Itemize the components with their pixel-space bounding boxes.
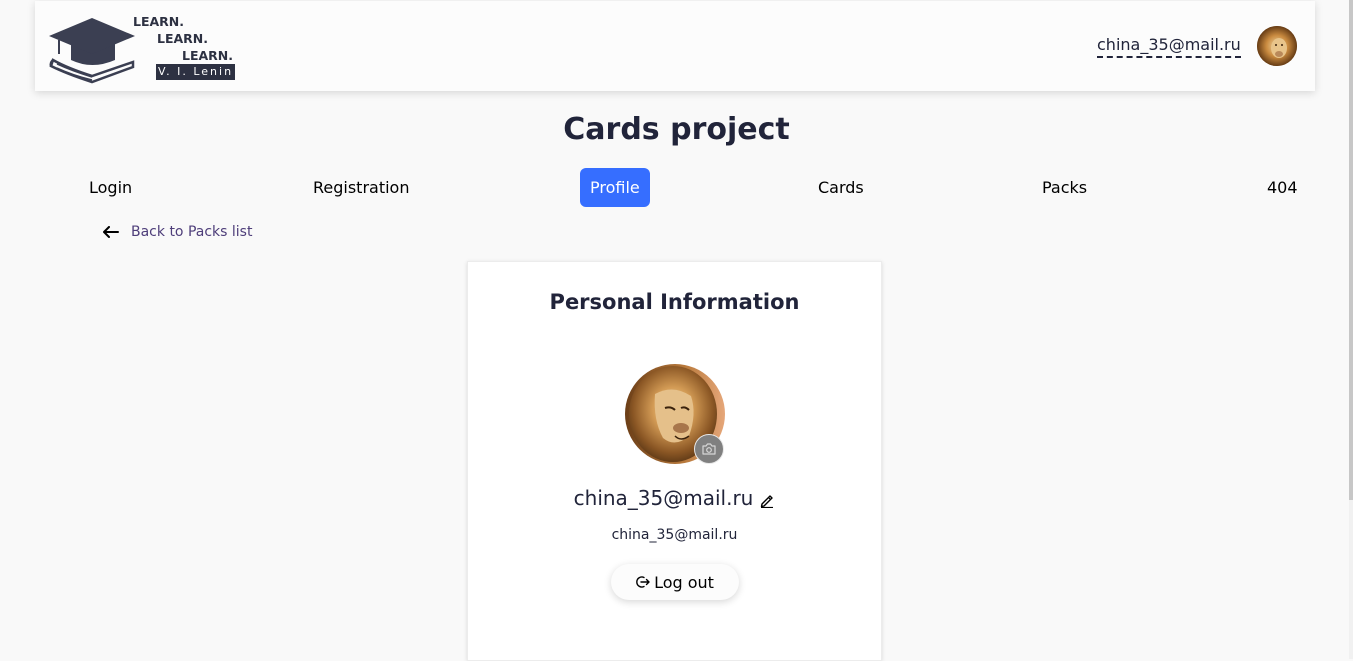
logout-button[interactable]: Log out [611, 564, 739, 600]
back-to-packs-link[interactable]: Back to Packs list [103, 222, 252, 242]
logo-line-3: LEARN. [182, 48, 234, 63]
back-link-label: Back to Packs list [131, 224, 253, 240]
nav-item-login[interactable]: Login [89, 168, 132, 207]
header-avatar[interactable] [1257, 26, 1297, 66]
app-header: LEARN. LEARN. LEARN. V. I. Lenin china_3… [35, 1, 1315, 91]
logo-signature: V. I. Lenin [156, 64, 236, 80]
nav-item-packs[interactable]: Packs [1042, 168, 1087, 207]
nav-item-registration[interactable]: Registration [313, 168, 409, 207]
page-scrollbar[interactable] [1349, 0, 1353, 659]
lion-avatar-icon [1257, 26, 1297, 66]
change-avatar-button[interactable] [694, 434, 724, 464]
profile-email: china_35@mail.ru [611, 527, 738, 543]
scrollbar-thumb[interactable] [1349, 0, 1353, 500]
nav-item-404[interactable]: 404 [1267, 168, 1298, 207]
card-title: Personal Information [549, 290, 800, 314]
logo[interactable]: LEARN. LEARN. LEARN. V. I. Lenin [47, 14, 237, 84]
camera-icon [702, 443, 716, 455]
nav-item-cards[interactable]: Cards [818, 168, 864, 207]
profile-name: china_35@mail.ru [573, 486, 754, 510]
logout-label: Log out [654, 572, 714, 592]
profile-name-row: china_35@mail.ru [468, 486, 881, 510]
logo-line-2: LEARN. [157, 31, 209, 46]
arrow-left-icon [103, 226, 119, 238]
logout-icon [636, 576, 650, 588]
page-title: Cards project [563, 112, 790, 147]
header-user-email[interactable]: china_35@mail.ru [1097, 35, 1241, 58]
graduation-cap-books-icon [49, 18, 135, 84]
pencil-icon[interactable] [759, 492, 775, 508]
profile-card: Personal Information china_35@mail.ru ch… [467, 261, 882, 661]
nav-item-profile[interactable]: Profile [580, 168, 650, 207]
logo-line-1: LEARN. [133, 14, 185, 29]
